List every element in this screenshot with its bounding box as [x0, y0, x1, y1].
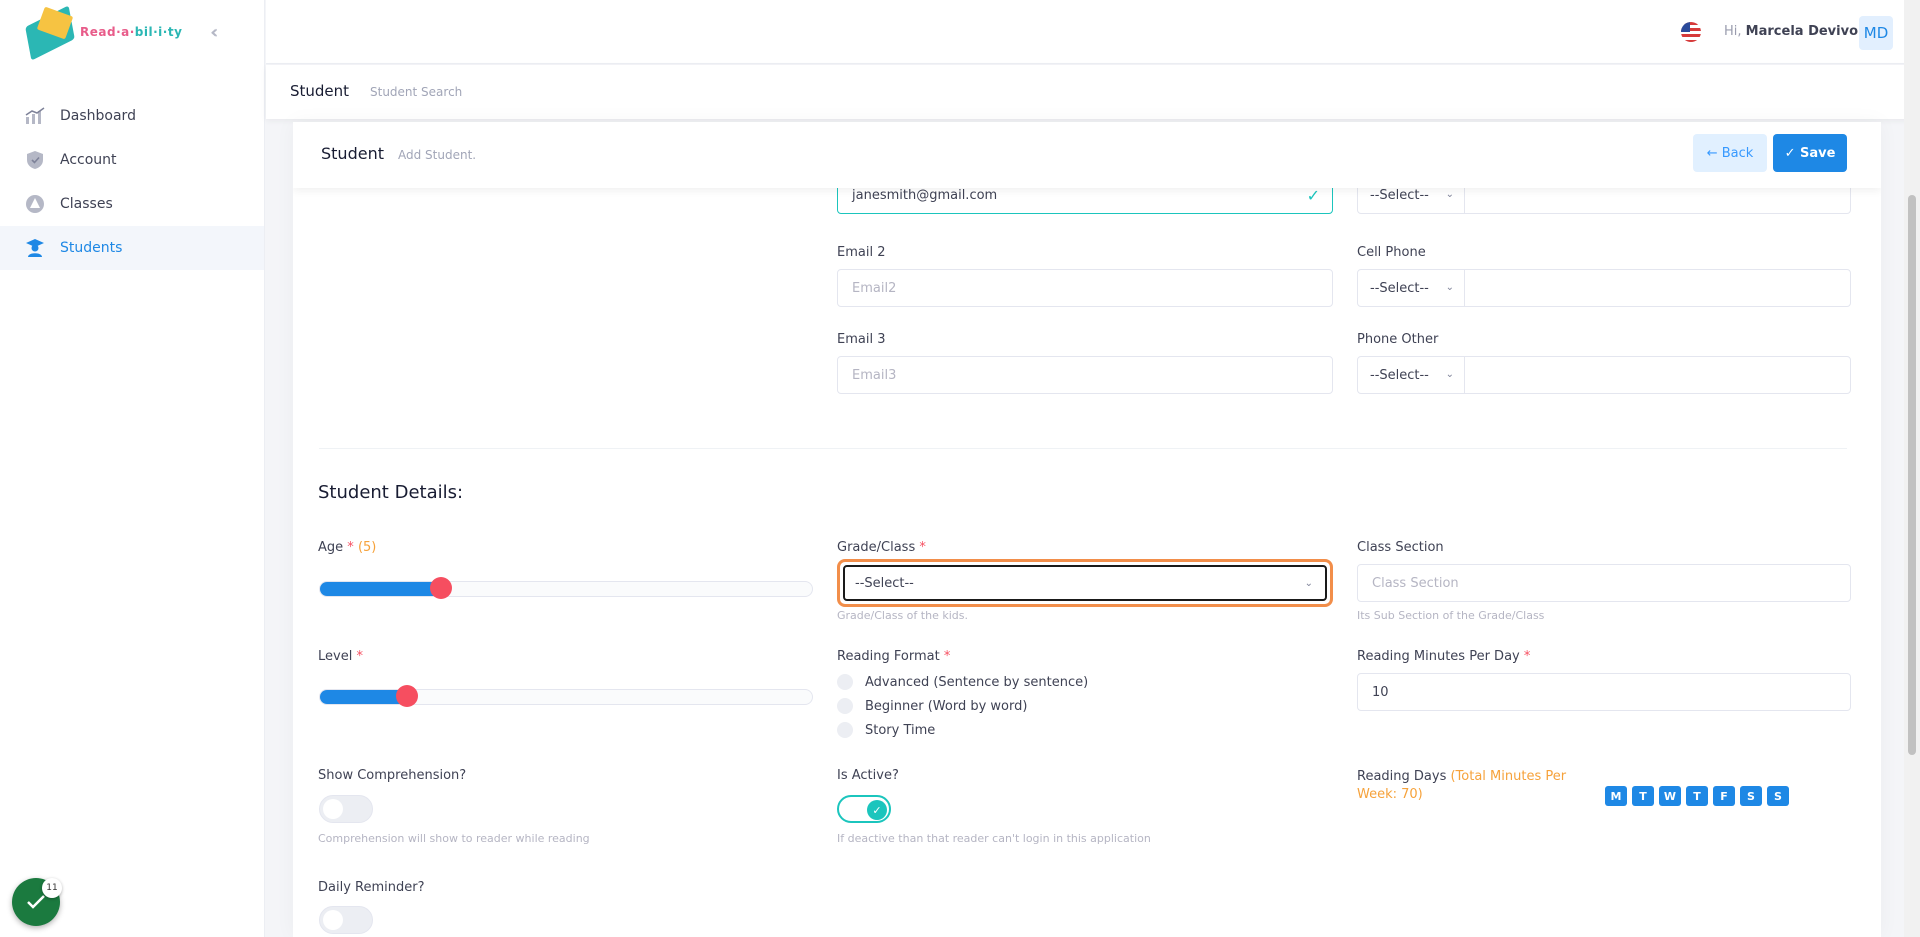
- classes-icon: [24, 193, 46, 215]
- sidebar-nav: Dashboard Account Classes Students: [0, 94, 264, 270]
- fab-badge: 11: [42, 878, 62, 898]
- grade-label: Grade/Class *: [837, 540, 926, 555]
- subheader: Student Student Search: [266, 65, 1920, 119]
- age-label: Age * (5): [318, 540, 377, 555]
- day-friday[interactable]: F: [1713, 786, 1735, 806]
- daily-reminder-label: Daily Reminder?: [318, 880, 425, 895]
- collapse-sidebar-icon[interactable]: ‹‹: [210, 22, 220, 43]
- age-slider-thumb[interactable]: [430, 577, 452, 599]
- show-comprehension-hint: Comprehension will show to reader while …: [318, 832, 590, 845]
- show-comprehension-label: Show Comprehension?: [318, 768, 467, 783]
- daily-reminder-toggle[interactable]: [319, 906, 373, 934]
- toggle-knob: [323, 799, 343, 819]
- avatar[interactable]: MD: [1859, 16, 1893, 50]
- is-active-label: Is Active?: [837, 768, 899, 783]
- day-monday[interactable]: M: [1605, 786, 1627, 806]
- check-icon: [27, 895, 45, 909]
- email3-label: Email 3: [837, 332, 886, 347]
- email2-field[interactable]: Email2: [837, 269, 1333, 307]
- sidebar-item-account[interactable]: Account: [0, 138, 264, 182]
- scrollbar-thumb[interactable]: [1908, 195, 1916, 755]
- minutes-label: Reading Minutes Per Day *: [1357, 649, 1531, 664]
- email3-field[interactable]: Email3: [837, 356, 1333, 394]
- valid-check-icon: ✓: [1306, 186, 1320, 205]
- is-active-toggle[interactable]: ✓: [837, 795, 891, 823]
- day-tuesday[interactable]: T: [1632, 786, 1654, 806]
- toggle-knob: [323, 910, 343, 930]
- sidebar-item-label: Account: [60, 152, 117, 168]
- chevron-down-icon: ⌄: [1304, 578, 1313, 589]
- save-button[interactable]: ✓ Save: [1773, 134, 1847, 172]
- radio-icon: [837, 698, 853, 714]
- phone-other-field[interactable]: --Select-- ⌄: [1357, 356, 1851, 394]
- level-slider[interactable]: [319, 685, 813, 707]
- brand[interactable]: Read·a·bil·i·ty: [0, 0, 264, 64]
- cell-phone-field[interactable]: --Select-- ⌄: [1357, 269, 1851, 307]
- level-slider-fill: [320, 690, 404, 704]
- section-divider: [319, 448, 1847, 449]
- radio-icon: [837, 722, 853, 738]
- grade-select[interactable]: --Select-- ⌄: [843, 565, 1327, 601]
- chevron-down-icon: ⌄: [1445, 189, 1454, 200]
- student-icon: [24, 237, 46, 259]
- age-slider[interactable]: [319, 577, 813, 599]
- sidebar-item-label: Students: [60, 240, 123, 256]
- reading-format-label: Reading Format *: [837, 649, 951, 664]
- breadcrumb[interactable]: Student Search: [370, 85, 462, 99]
- phone-other-input[interactable]: [1464, 356, 1851, 394]
- student-form-card: Student Add Student. ← Back ✓ Save janes…: [293, 122, 1881, 937]
- class-section-field[interactable]: Class Section: [1357, 564, 1851, 602]
- user-greeting[interactable]: Hi, Marcela Devivo: [1724, 24, 1858, 39]
- page-title: Student: [290, 82, 350, 100]
- chevron-down-icon: ⌄: [1445, 369, 1454, 380]
- phone-other-label: Phone Other: [1357, 332, 1439, 347]
- class-section-label: Class Section: [1357, 540, 1444, 555]
- cell-phone-country-select[interactable]: --Select-- ⌄: [1357, 269, 1465, 307]
- brand-name: Read·a·bil·i·ty: [80, 25, 183, 39]
- chevron-down-icon: ⌄: [1445, 282, 1454, 293]
- radio-advanced[interactable]: Advanced (Sentence by sentence): [837, 670, 1088, 694]
- back-button[interactable]: ← Back: [1693, 134, 1767, 172]
- grade-select-highlight: --Select-- ⌄: [837, 559, 1333, 607]
- sidebar-item-label: Classes: [60, 196, 113, 212]
- radio-beginner[interactable]: Beginner (Word by word): [837, 694, 1088, 718]
- class-section-hint: Its Sub Section of the Grade/Class: [1357, 609, 1545, 622]
- day-wednesday[interactable]: W: [1659, 786, 1681, 806]
- sidebar-item-label: Dashboard: [60, 108, 136, 124]
- is-active-hint: If deactive than that reader can't login…: [837, 832, 1151, 845]
- scrollbar[interactable]: [1904, 0, 1920, 937]
- logo-icon: [24, 5, 86, 61]
- day-thursday[interactable]: T: [1686, 786, 1708, 806]
- day-sunday[interactable]: S: [1767, 786, 1789, 806]
- sidebar-item-students[interactable]: Students: [0, 226, 264, 270]
- level-slider-thumb[interactable]: [396, 685, 418, 707]
- cell-phone-label: Cell Phone: [1357, 245, 1426, 260]
- email2-label: Email 2: [837, 245, 886, 260]
- section-title: Student Details:: [318, 482, 464, 503]
- shield-icon: [24, 149, 46, 171]
- check-icon: ✓: [867, 800, 887, 820]
- reading-format-options: Advanced (Sentence by sentence) Beginner…: [837, 670, 1088, 742]
- radio-story-time[interactable]: Story Time: [837, 718, 1088, 742]
- day-saturday[interactable]: S: [1740, 786, 1762, 806]
- age-slider-fill: [320, 582, 438, 596]
- sidebar: Read·a·bil·i·ty ‹‹ Dashboard Account Cla…: [0, 0, 265, 937]
- show-comprehension-toggle[interactable]: [319, 795, 373, 823]
- sidebar-item-dashboard[interactable]: Dashboard: [0, 94, 264, 138]
- level-label: Level *: [318, 649, 363, 664]
- cell-phone-input[interactable]: [1464, 269, 1851, 307]
- phone-other-country-select[interactable]: --Select-- ⌄: [1357, 356, 1465, 394]
- reading-days-label: Reading Days (Total Minutes Per Week: 70…: [1357, 769, 1567, 802]
- card-subtitle: Add Student.: [398, 148, 477, 162]
- us-flag-icon[interactable]: [1681, 22, 1701, 42]
- chart-icon: [24, 105, 46, 127]
- radio-icon: [837, 674, 853, 690]
- grade-hint: Grade/Class of the kids.: [837, 609, 968, 622]
- card-header: Student Add Student. ← Back ✓ Save: [293, 122, 1881, 188]
- top-bar: Hi, Marcela Devivo MD: [266, 0, 1920, 64]
- card-title: Student: [321, 144, 384, 163]
- minutes-field[interactable]: 10: [1357, 673, 1851, 711]
- sidebar-item-classes[interactable]: Classes: [0, 182, 264, 226]
